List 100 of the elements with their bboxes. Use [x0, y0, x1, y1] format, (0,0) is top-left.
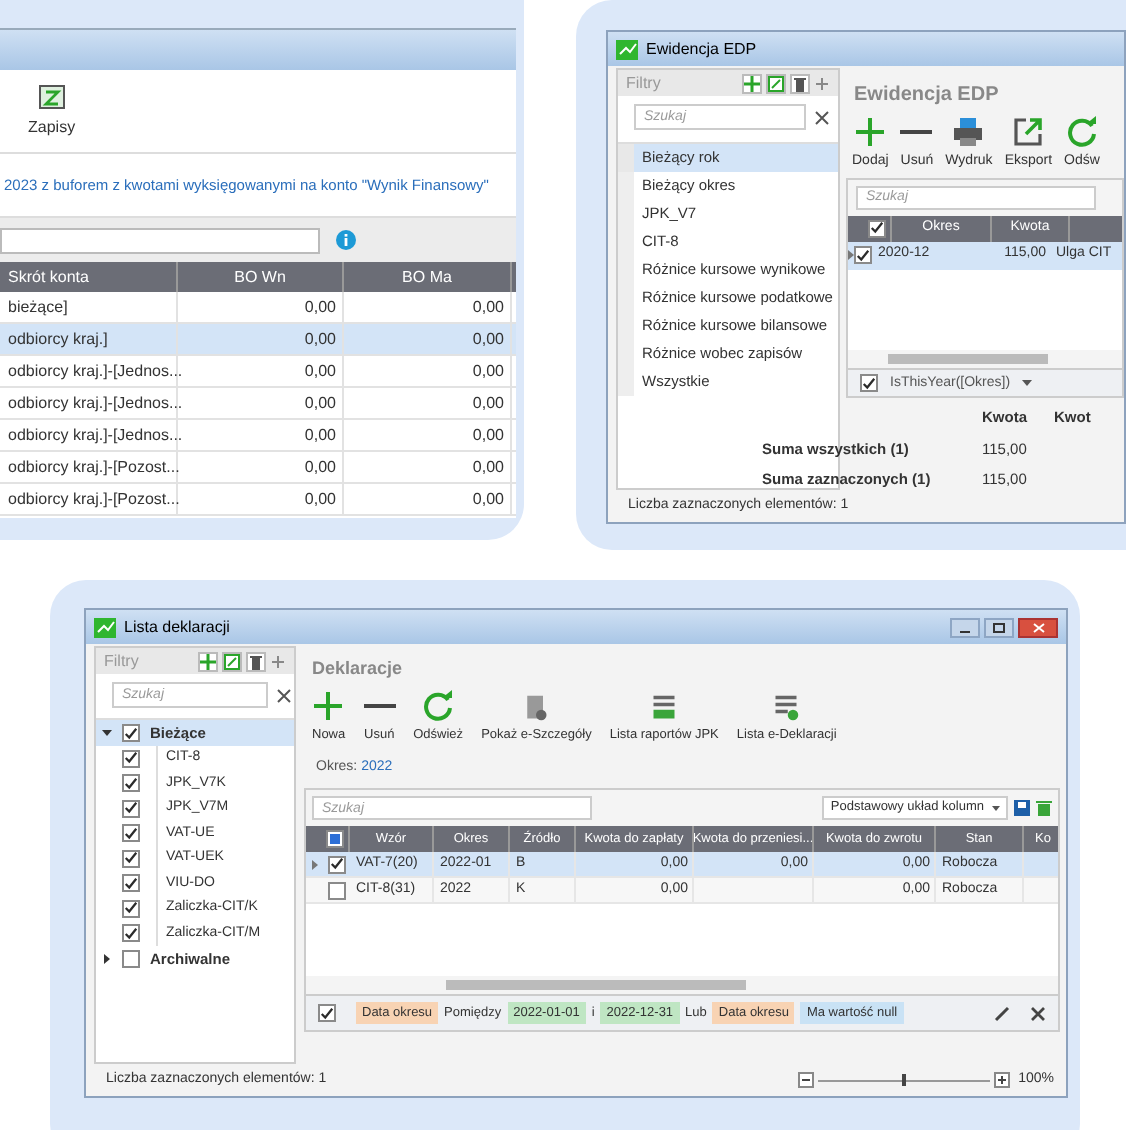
- checkbox[interactable]: [868, 219, 886, 237]
- checkbox[interactable]: [326, 830, 344, 848]
- window-title: Lista deklaracji: [124, 615, 230, 639]
- zoom-slider[interactable]: [818, 1072, 991, 1088]
- scrollbar-thumb[interactable]: [888, 354, 1048, 365]
- add-filter-button[interactable]: [198, 651, 218, 671]
- edit-filter-button[interactable]: [766, 73, 786, 93]
- app-icon: [94, 617, 116, 637]
- table-cell: odbiorcy kraj.]-[Pozost...: [0, 452, 178, 482]
- table-row[interactable]: odbiorcy kraj.]-[Jednos... 0,00 0,00: [0, 356, 516, 388]
- edit-filter-button[interactable]: [222, 651, 242, 671]
- table-row[interactable]: odbiorcy kraj.]-[Pozost... 0,00 0,00: [0, 484, 516, 516]
- printer-icon: [952, 116, 985, 148]
- table-cell: odbiorcy kraj.]-[Jednos...: [0, 356, 178, 386]
- save-icon: [1014, 800, 1030, 816]
- table-cell: 0,00: [344, 484, 512, 514]
- delete-filter-button[interactable]: [790, 73, 810, 93]
- table-row[interactable]: odbiorcy kraj.] 0,00 0,00: [0, 324, 516, 356]
- plus-icon: [200, 653, 216, 669]
- checkbox[interactable]: [122, 849, 140, 868]
- table-cell: 0,00: [178, 324, 344, 354]
- checkbox[interactable]: [122, 874, 140, 893]
- checkbox[interactable]: [327, 855, 345, 873]
- checkbox[interactable]: [854, 246, 872, 264]
- trash-icon: [248, 653, 264, 669]
- add-filter-button[interactable]: [742, 73, 762, 93]
- checkbox[interactable]: [327, 881, 345, 899]
- trash-icon: [792, 75, 808, 91]
- edit-icon: [768, 75, 784, 91]
- minus-icon: [363, 703, 396, 708]
- toolbar-button[interactable]: Zapisy: [28, 83, 76, 139]
- checkbox[interactable]: [122, 749, 140, 768]
- pencil-icon: [994, 1005, 1010, 1021]
- plus-icon: [744, 75, 760, 91]
- minimize-button[interactable]: [950, 617, 980, 637]
- table-cell: 0,00: [344, 452, 512, 482]
- table-cell: 0,00: [178, 292, 344, 322]
- table-cell: 0,00: [344, 388, 512, 418]
- checkbox[interactable]: [122, 824, 140, 843]
- trash-icon: [1036, 800, 1052, 816]
- document-icon: [522, 693, 551, 722]
- plus-icon: [854, 116, 887, 148]
- close-icon: [1031, 621, 1045, 633]
- table-cell: 0,00: [178, 356, 344, 386]
- clear-button[interactable]: [814, 105, 830, 129]
- document-icon: [37, 83, 66, 109]
- table-cell: odbiorcy kraj.]: [0, 324, 178, 354]
- table-row[interactable]: odbiorcy kraj.]-[Pozost... 0,00 0,00: [0, 452, 516, 484]
- table-row[interactable]: odbiorcy kraj.]-[Jednos... 0,00 0,00: [0, 388, 516, 420]
- table-row[interactable]: bieżące] 0,00 0,00: [0, 292, 516, 324]
- table-row[interactable]: odbiorcy kraj.]-[Jednos... 0,00 0,00: [0, 420, 516, 452]
- list-icon: [650, 693, 679, 722]
- table-cell: 0,00: [344, 420, 512, 450]
- table-cell: 0,00: [178, 420, 344, 450]
- zoom-out-icon: [798, 1072, 815, 1088]
- scrollbar-thumb[interactable]: [446, 980, 746, 990]
- close-icon: [1030, 1005, 1046, 1021]
- export-icon: [1012, 116, 1045, 148]
- checkbox[interactable]: [122, 799, 140, 818]
- plus-icon: [312, 689, 345, 722]
- app-icon: [616, 39, 638, 59]
- checkbox[interactable]: [122, 924, 140, 943]
- table-cell: 0,00: [178, 452, 344, 482]
- table-cell: 0,00: [178, 388, 344, 418]
- table-cell: odbiorcy kraj.]-[Pozost...: [0, 484, 178, 514]
- collapse-arrow-icon: [102, 954, 112, 964]
- window-title: Ewidencja EDP: [646, 37, 757, 61]
- close-icon: [276, 687, 292, 703]
- checkbox[interactable]: [122, 950, 140, 968]
- close-button[interactable]: [1018, 617, 1058, 637]
- maximize-icon: [992, 621, 1006, 633]
- zoom-in-icon: [994, 1072, 1011, 1088]
- table-cell: odbiorcy kraj.]-[Jednos...: [0, 388, 178, 418]
- table-cell: bieżące]: [0, 292, 178, 322]
- slider-thumb[interactable]: [902, 1074, 907, 1086]
- panel-title: Filtry: [626, 71, 661, 95]
- table-cell: 0,00: [178, 484, 344, 514]
- section-heading: Deklaracje: [310, 656, 405, 682]
- checkbox[interactable]: [122, 774, 140, 793]
- table-cell: odbiorcy kraj.]-[Jednos...: [0, 420, 178, 450]
- table-cell: 0,00: [344, 324, 512, 354]
- checkbox[interactable]: [318, 1004, 336, 1022]
- delete-filter-button[interactable]: [246, 651, 266, 671]
- checkbox[interactable]: [122, 899, 140, 918]
- dropdown-arrow-icon: [992, 805, 1000, 811]
- checkbox[interactable]: [122, 724, 140, 742]
- maximize-button[interactable]: [984, 617, 1014, 637]
- edit-icon: [224, 653, 240, 669]
- minus-icon: [900, 130, 933, 134]
- refresh-icon: [422, 689, 455, 722]
- clear-button[interactable]: [276, 683, 292, 707]
- info-icon: [336, 230, 356, 250]
- expand-arrow-icon: [102, 730, 112, 736]
- close-icon: [814, 109, 830, 125]
- list-icon: [772, 693, 801, 722]
- search-field[interactable]: [0, 227, 320, 253]
- row-indicator-icon: [311, 859, 317, 869]
- section-heading: Ewidencja EDP: [852, 82, 1001, 110]
- dropdown-arrow-icon: [1022, 380, 1033, 387]
- checkbox[interactable]: [860, 374, 878, 393]
